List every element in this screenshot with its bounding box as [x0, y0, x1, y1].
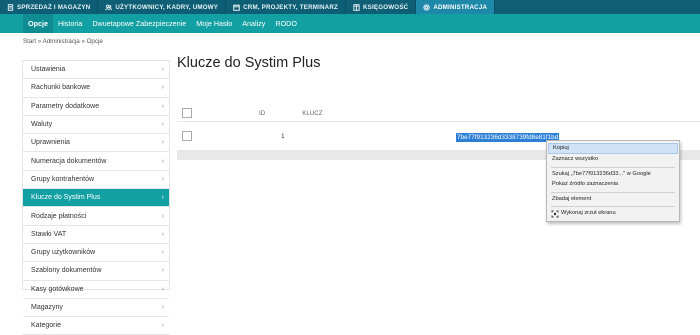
context-menu-item-kopiuj[interactable]: Kopiuj	[548, 143, 678, 154]
sidebar-item-label: Grupy kontrahentów	[31, 175, 95, 183]
users-icon	[105, 4, 113, 10]
chevron-right-icon: ›	[161, 194, 164, 202]
row-checkbox[interactable]	[182, 131, 192, 141]
chevron-right-icon: ›	[161, 66, 164, 74]
table-header: ID KLUCZ	[177, 105, 700, 122]
tab-ksiegowosc[interactable]: KSIĘGOWOŚĆ	[346, 0, 417, 14]
column-header-id[interactable]: ID	[259, 110, 265, 117]
chevron-right-icon: ›	[161, 175, 164, 183]
sidebar-item-kategorie[interactable]: Kategorie ›	[23, 317, 169, 335]
tab-administracja[interactable]: ADMINISTRACJA	[416, 0, 496, 14]
top-navigation: SPRZEDAŻ I MAGAZYN UŻYTKOWNICY, KADRY, U…	[0, 0, 700, 14]
chevron-right-icon: ›	[161, 285, 164, 293]
sidebar-item-label: Numeracja dokumentów	[31, 157, 107, 165]
column-header-key[interactable]: KLUCZ	[302, 110, 322, 117]
chevron-right-icon: ›	[161, 157, 164, 165]
sidebar-item-label: Uprawnienia	[31, 139, 70, 147]
breadcrumb[interactable]: Start » Administracja » Opcje	[23, 38, 103, 45]
page-title: Klucze do Systim Plus	[177, 55, 321, 71]
subtab-rodo[interactable]: RODO	[270, 14, 302, 33]
tab-label: SPRZEDAŻ I MAGAZYN	[17, 3, 91, 11]
select-all-checkbox[interactable]	[182, 108, 192, 118]
sidebar-item-label: Szablony dokumentów	[31, 267, 102, 275]
subtab-moje-haslo[interactable]: Moje Hasło	[191, 14, 237, 33]
chevron-right-icon: ›	[161, 102, 164, 110]
sidebar-item-label: Rachunki bankowe	[31, 84, 91, 92]
sidebar-item-waluty[interactable]: Waluty ›	[23, 116, 169, 135]
sidebar-item-label: Kategorie	[31, 322, 61, 330]
sidebar-item-stawki-vat[interactable]: Stawki VAT ›	[23, 226, 169, 244]
subtab-opcje[interactable]: Opcje	[23, 14, 53, 33]
options-sidebar: Ustawienia › Rachunki bankowe › Parametry …	[22, 60, 170, 335]
sidebar-item-label: Stawki VAT	[31, 230, 67, 238]
chevron-right-icon: ›	[161, 121, 164, 129]
subtab-historia[interactable]: Historia	[53, 14, 87, 33]
sub-navigation: Opcje Historia Dwuetapowe Zabezpieczenie…	[0, 14, 700, 33]
subtab-dwuetapowe-zabezpieczenie[interactable]: Dwuetapowe Zabezpieczenie	[87, 14, 191, 33]
tab-label: CRM, PROJEKTY, TERMINARZ	[243, 3, 338, 11]
tab-label: ADMINISTRACJA	[433, 3, 488, 11]
sidebar-item-label: Rodzaje płatności	[31, 212, 87, 220]
chevron-right-icon: ›	[161, 212, 164, 220]
sidebar-item-numeracja-dokumentow[interactable]: Numeracja dokumentów ›	[23, 152, 169, 171]
context-menu-item-zaznacz-wszystko[interactable]: Zaznacz wszystko	[548, 154, 678, 165]
sidebar-item-grupy-uzytkownikow[interactable]: Grupy użytkowników ›	[23, 244, 169, 263]
sidebar-item-label: Klucze do Systim Plus	[31, 194, 101, 202]
tab-uzytkownicy-kadry-umowy[interactable]: UŻYTKOWNICY, KADRY, UMOWY	[98, 0, 227, 14]
chevron-right-icon: ›	[161, 84, 164, 92]
sidebar-item-label: Ustawienia	[31, 66, 66, 74]
sidebar-item-rodzaje-platnosci[interactable]: Rodzaje płatności ›	[23, 207, 169, 226]
sidebar-item-label: Magazyny	[31, 304, 63, 311]
sidebar-item-uprawnienia[interactable]: Uprawnienia ›	[23, 134, 169, 153]
subtab-analizy[interactable]: Analizy	[237, 14, 270, 33]
sidebar-item-label: Waluty	[31, 121, 53, 129]
menu-separator	[551, 167, 675, 168]
row-id: 1	[281, 132, 285, 140]
sidebar-item-magazyny[interactable]: Magazyny ›	[23, 299, 169, 318]
chevron-right-icon: ›	[161, 267, 164, 275]
gear-icon	[423, 3, 430, 11]
sidebar-item-grupy-kontrahentow[interactable]: Grupy kontrahentów ›	[23, 171, 169, 190]
tab-crm-projekty-terminarz[interactable]: CRM, PROJEKTY, TERMINARZ	[226, 0, 346, 14]
document-icon	[7, 3, 14, 11]
tab-label: KSIĘGOWOŚĆ	[363, 3, 409, 11]
sidebar-item-parametry-dodatkowe[interactable]: Parametry dodatkowe ›	[23, 98, 169, 116]
sidebar-item-label: Grupy użytkowników	[31, 249, 96, 257]
context-menu: Kopiuj Zaznacz wszystko Szukaj „7be77f91…	[546, 140, 680, 222]
chevron-right-icon: ›	[161, 304, 164, 311]
context-menu-item-zbadaj-element[interactable]: Zbadaj element	[548, 194, 678, 205]
menu-separator	[551, 192, 675, 193]
sidebar-item-label: Kasy gotówkowe	[31, 285, 84, 293]
sidebar-item-label: Parametry dodatkowe	[31, 102, 100, 110]
context-menu-item-zrzut-ekranu[interactable]: Wykonaj zrzut ekranu	[548, 208, 678, 219]
chevron-right-icon: ›	[161, 322, 164, 330]
menu-separator	[551, 206, 675, 207]
sidebar-item-klucze-systim-plus[interactable]: Klucze do Systim Plus ›	[23, 189, 169, 208]
ledger-icon	[353, 3, 360, 11]
row-key-value-selected[interactable]: 7be77f913236d3338739fd8e81f1bd	[456, 133, 560, 142]
context-menu-item-pokaz-zrodlo[interactable]: Pokaż źródło zaznaczenia	[548, 179, 678, 190]
tab-sprzedaz-magazyn[interactable]: SPRZEDAŻ I MAGAZYN	[0, 0, 99, 14]
tab-label: UŻYTKOWNICY, KADRY, UMOWY	[115, 3, 219, 11]
sidebar-item-szablony-dokumentow[interactable]: Szablony dokumentów ›	[23, 262, 169, 281]
calendar-icon	[233, 4, 240, 11]
chevron-right-icon: ›	[161, 139, 164, 147]
sidebar-item-ustawienia[interactable]: Ustawienia ›	[23, 61, 169, 80]
chevron-right-icon: ›	[161, 230, 164, 238]
sidebar-item-rachunki-bankowe[interactable]: Rachunki bankowe ›	[23, 79, 169, 98]
chevron-right-icon: ›	[161, 249, 164, 257]
